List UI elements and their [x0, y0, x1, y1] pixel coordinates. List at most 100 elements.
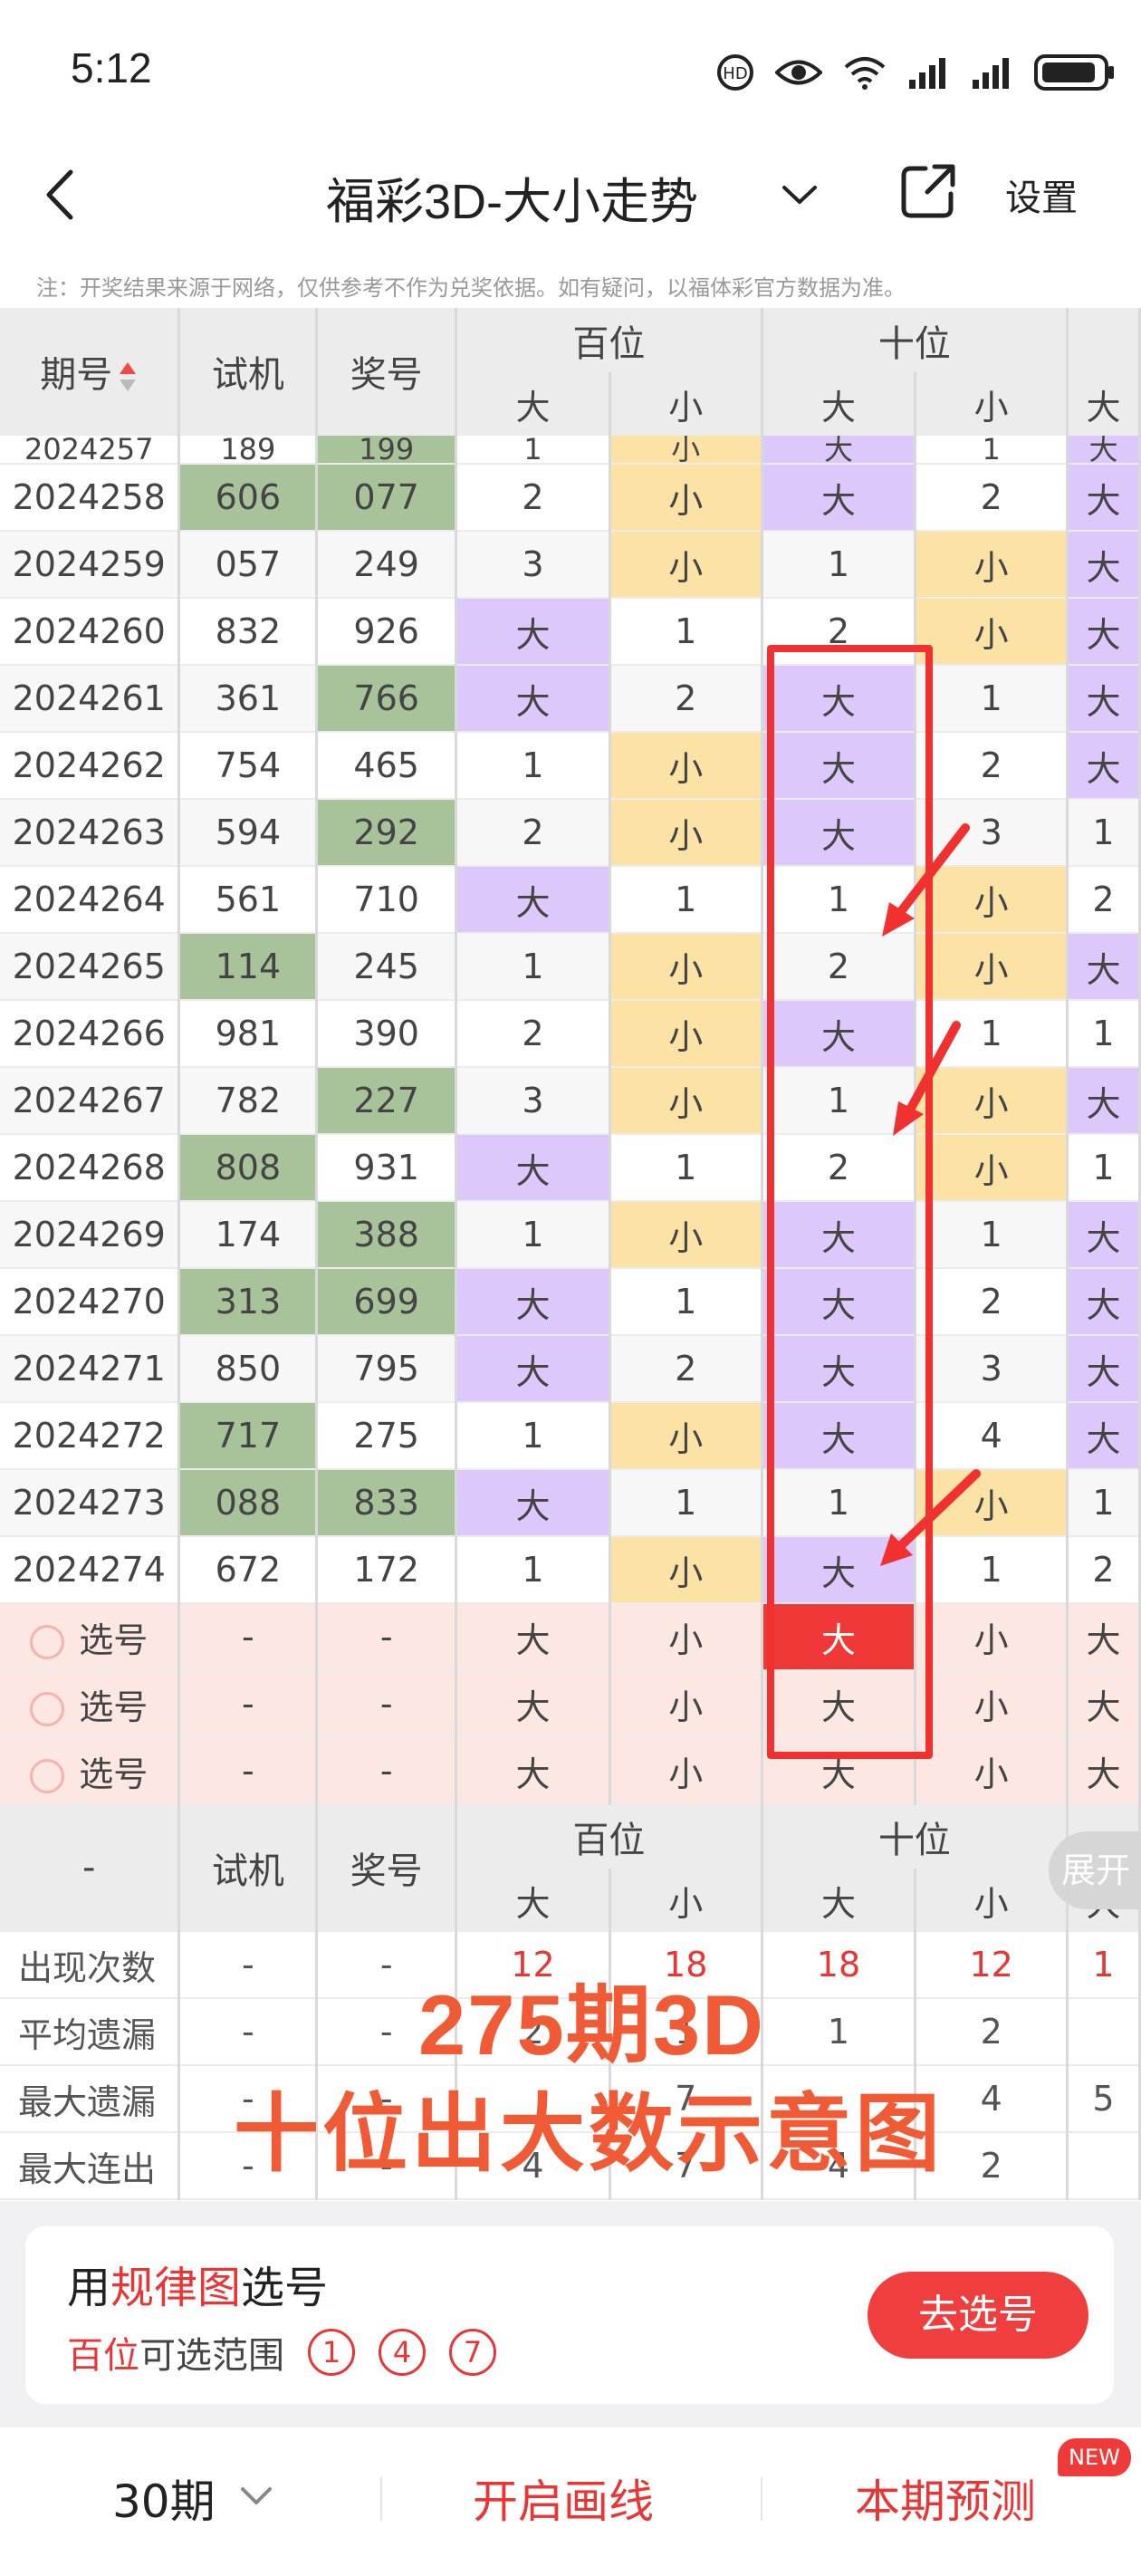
- trial-cell: 808: [178, 1134, 319, 1202]
- period-selector[interactable]: 30期: [112, 2465, 216, 2531]
- table-row: 2024270 313 699 大 1 大 2 大: [0, 1268, 1141, 1336]
- tens-small-cell: 1: [915, 1201, 1069, 1269]
- tens-big-cell: 大: [762, 799, 917, 867]
- divider: [761, 2477, 762, 2521]
- issue-cell: 2024269: [0, 1201, 181, 1269]
- units-big-cell: 2: [1067, 1536, 1141, 1604]
- chevron-down-icon[interactable]: [237, 2480, 275, 2513]
- select-label-cell[interactable]: 选号: [0, 1670, 181, 1738]
- trial-cell: -: [178, 1998, 319, 2066]
- hundreds-small-cell: 小: [609, 933, 763, 1001]
- units-big-cell: 1: [1067, 1469, 1141, 1537]
- issue-cell: 2024261: [0, 665, 181, 733]
- tens-small-option[interactable]: 小: [915, 1737, 1069, 1805]
- tens-small-cell: 2: [915, 1268, 1069, 1336]
- units-big-option[interactable]: 大: [1067, 1670, 1141, 1738]
- radio-icon[interactable]: [30, 1692, 65, 1726]
- select-row[interactable]: 选号 - - 大小大小大: [0, 1603, 1141, 1671]
- hundreds-big-cell: 大: [455, 1335, 611, 1403]
- back-icon[interactable]: [36, 163, 91, 226]
- table-body: 2024258 606 077 2 小大 2 大 2024259 057 249 3 小 1 小大 2024…: [0, 464, 1141, 1604]
- select-label-cell[interactable]: 选号: [0, 1737, 181, 1805]
- go-select-button[interactable]: 去选号: [868, 2272, 1088, 2359]
- units-big-cell: 大: [1067, 1402, 1141, 1470]
- sort-icon[interactable]: [118, 359, 138, 395]
- divider: [380, 2477, 382, 2521]
- prize-cell: 275: [316, 1402, 458, 1470]
- hundreds-big-cell: 3: [455, 1067, 611, 1135]
- units-big-option[interactable]: 大: [1067, 1603, 1141, 1671]
- issue-cell: 2024262: [0, 732, 181, 800]
- app-root: 5:12 HD 福彩3D-大小走势 设置 注：开奖结果来源于网络，仅供参考不作为…: [0, 0, 1141, 2576]
- units-big-cell: 大: [1067, 1201, 1141, 1269]
- settings-button[interactable]: 设置: [1005, 168, 1078, 221]
- hundreds-big-option[interactable]: 大: [455, 1670, 611, 1738]
- tens-small-cell: 小: [915, 866, 1069, 934]
- table-header-row: 期号 试机 奖号 百位 十位: [0, 308, 1141, 436]
- prize-cell: 710: [316, 866, 458, 934]
- tens-big-cell: 2: [762, 933, 917, 1001]
- issue-cell: 2024273: [0, 1469, 181, 1537]
- table-row: 2024263 594 292 2 小大 3 1: [0, 799, 1141, 867]
- sub-header-big: 大: [1067, 373, 1141, 436]
- units-big-cell: 大: [1067, 1067, 1141, 1135]
- sub-header-big: 大: [762, 373, 917, 436]
- issue-header[interactable]: 期号: [0, 308, 181, 436]
- chevron-down-icon[interactable]: [779, 177, 820, 213]
- share-icon[interactable]: [898, 161, 958, 221]
- tens-big-cell: 大: [762, 1536, 917, 1604]
- tens-small-cell: 小: [915, 531, 1069, 599]
- table-row: 2024262 754 465 1 小大 2 大: [0, 732, 1141, 800]
- trial-cell: 672: [178, 1536, 319, 1604]
- tens-big-option[interactable]: 大: [762, 1603, 917, 1671]
- tens-small-option[interactable]: 小: [915, 1670, 1069, 1738]
- issue-cell: 2024271: [0, 1335, 181, 1403]
- expand-button[interactable]: 展开: [1049, 1831, 1141, 1909]
- draw-line-button[interactable]: 开启画线: [473, 2465, 654, 2531]
- select-label-cell[interactable]: 选号: [0, 1603, 181, 1671]
- units-big-cell: 1: [1067, 1000, 1141, 1068]
- annotation-subtitle: 十位出大数示意图: [234, 2086, 944, 2181]
- hundreds-big-option[interactable]: 大: [455, 1737, 611, 1805]
- table-row: 2024273 088 833 大 1 1 小 1: [0, 1469, 1141, 1537]
- units-big-cell: 大: [1067, 598, 1141, 666]
- trial-cell: -: [178, 1603, 319, 1671]
- select-row[interactable]: 选号 - - 大小大小大: [0, 1737, 1141, 1805]
- hundreds-big-cell: 1: [455, 1536, 611, 1604]
- tens-big-cell: 大: [762, 665, 917, 733]
- hundreds-big-cell: 大: [455, 598, 611, 666]
- tens-big-cell: 大: [762, 732, 917, 800]
- tens-small-option[interactable]: 小: [915, 1603, 1069, 1671]
- radio-icon[interactable]: [30, 1625, 65, 1659]
- trial-cell: 561: [178, 866, 319, 934]
- card-subtitle: 百位 可选范围 1 4 7: [67, 2326, 496, 2379]
- units-big-cell: 1: [1067, 799, 1141, 867]
- choice-chip: 4: [379, 2329, 426, 2376]
- tens-big-cell: 大: [762, 1335, 917, 1403]
- tens-big-option[interactable]: 大: [762, 1670, 917, 1738]
- prize-header: 奖号: [316, 308, 458, 436]
- units-big-option[interactable]: 大: [1067, 1737, 1141, 1805]
- tens-big-cell: 大: [762, 435, 917, 465]
- prize-cell: 390: [316, 1000, 458, 1068]
- select-row[interactable]: 选号 - - 大小大小大: [0, 1670, 1141, 1738]
- prize-cell: 465: [316, 732, 458, 800]
- predict-button[interactable]: 本期预测: [855, 2465, 1036, 2531]
- hundreds-small-option[interactable]: 小: [609, 1737, 763, 1805]
- hundreds-big-option[interactable]: 大: [455, 1603, 611, 1671]
- tens-big-cell: 2: [762, 1134, 917, 1202]
- card-title: 用规律图选号: [67, 2252, 328, 2315]
- wifi-icon: [844, 57, 886, 90]
- units-big-cell: 大: [1067, 933, 1141, 1001]
- trial-cell: 313: [178, 1268, 319, 1336]
- card-title-suffix: 选号: [241, 2263, 329, 2313]
- hundreds-small-cell: 1: [609, 598, 763, 666]
- hundreds-small-option[interactable]: 小: [609, 1603, 763, 1671]
- issue-header-label: 期号: [40, 353, 113, 396]
- tens-big-option[interactable]: 大: [762, 1737, 917, 1805]
- trial-cell: 114: [178, 933, 319, 1001]
- units-big-cell: [1067, 2132, 1141, 2200]
- page-title[interactable]: 福彩3D-大小走势: [326, 161, 698, 233]
- hundreds-small-option[interactable]: 小: [609, 1670, 763, 1738]
- radio-icon[interactable]: [30, 1759, 65, 1793]
